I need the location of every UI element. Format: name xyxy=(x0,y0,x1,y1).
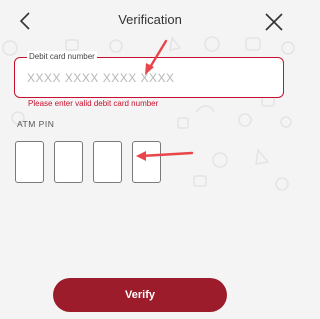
pin-digit-box-3[interactable] xyxy=(93,141,125,184)
close-icon xyxy=(265,13,283,31)
card-error-message: Please enter valid debit card number xyxy=(28,99,159,108)
pin-digit-input-4[interactable] xyxy=(133,142,164,184)
debit-card-label: Debit card number xyxy=(27,51,97,63)
debit-card-input[interactable] xyxy=(27,68,267,88)
atm-pin-label: ATM PIN xyxy=(17,119,55,129)
pin-digit-input-3[interactable] xyxy=(94,142,125,184)
pin-digit-box-4[interactable] xyxy=(132,141,164,184)
pin-digit-input-1[interactable] xyxy=(16,142,47,184)
pin-digit-input-2[interactable] xyxy=(55,142,86,184)
pin-digit-box-2[interactable] xyxy=(54,141,86,184)
debit-card-field[interactable]: Debit card number xyxy=(14,51,284,98)
close-button[interactable] xyxy=(262,10,286,34)
header: Verification xyxy=(0,0,300,44)
page-title: Verification xyxy=(118,12,182,27)
pin-digit-box-1[interactable] xyxy=(15,141,47,184)
verify-button[interactable]: Verify xyxy=(53,278,227,312)
